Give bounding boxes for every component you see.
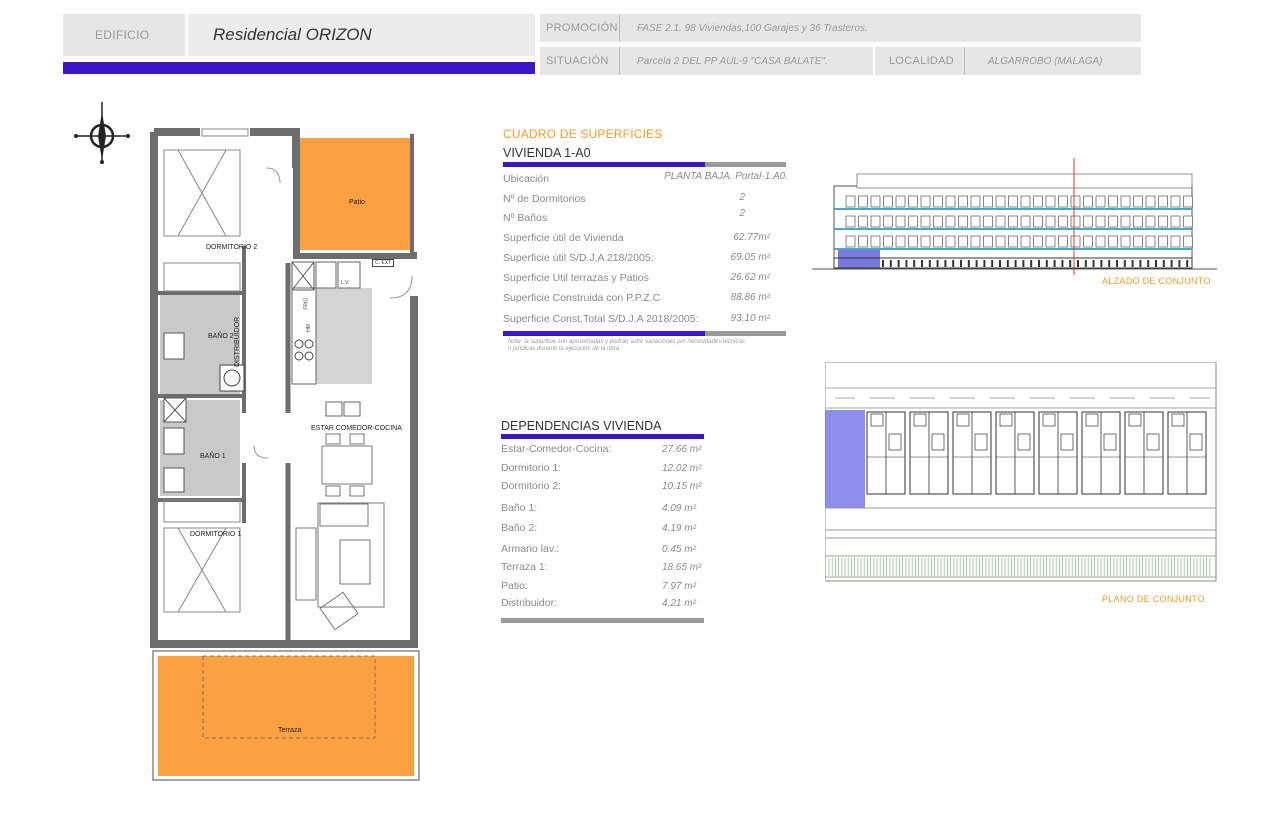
localidad-value: ALGARROBO (MALAGA): [988, 56, 1103, 67]
dependencias-top-bar: [501, 434, 704, 439]
compass-icon: [74, 102, 130, 164]
dep-row-value: 7.97 m²: [662, 581, 696, 592]
alzado-caption: ALZADO DE CONJUNTO: [1102, 276, 1211, 286]
sup-row-value: 26.62 m²: [730, 272, 770, 283]
alzado-drawing: [812, 158, 1217, 275]
sup-row-label: Nº de Dormitorios: [503, 193, 586, 205]
sup-row-label: Superficie Util terrazas y Patios: [503, 272, 649, 284]
dep-row-value: 4.09 m²: [662, 503, 696, 514]
superficies-top-bar: [503, 162, 705, 167]
superficies-subtitle: VIVIENDA 1-A0: [503, 146, 591, 160]
label-distribuidor: DISTRIBUIDOR: [234, 316, 241, 367]
superficies-title: CUADRO DE SUPERFICIES: [503, 127, 663, 141]
sup-row-value: 69.05 m²: [730, 252, 770, 263]
sup-row-value: 93.10 m²: [730, 313, 770, 324]
sup-row-label: Superficie Construida con P.P.Z.C: [503, 292, 661, 304]
dep-row-value: 10.15 m²: [662, 481, 702, 492]
dep-row-label: Baño 1:: [501, 502, 538, 514]
dep-row-value: 0.45 m²: [662, 544, 696, 555]
sup-row-label: Superficie Const.Total S/D.J.A 2018/2005…: [503, 313, 699, 325]
dep-row-value: 18.65 m²: [662, 562, 702, 573]
superficies-note: Nota: la superficie son aproximadas y po…: [508, 339, 745, 352]
superficies-bottom-bar-grey: [705, 331, 786, 336]
dep-row-label: Baño 2:: [501, 522, 538, 534]
label-terraza: Terraza: [278, 727, 302, 734]
localidad-divider-left: [873, 47, 875, 75]
sup-row-label: Nº Baños: [503, 212, 548, 224]
dep-row-label: Armario lav.:: [501, 543, 560, 555]
situacion-divider: [619, 47, 620, 75]
edificio-label: EDIFICIO: [95, 28, 150, 42]
terraza-area: [158, 656, 414, 776]
label-estar: ESTAR COMEDOR-COCINA: [311, 425, 402, 432]
label-bano2: BAÑO 2: [208, 333, 234, 340]
promocion-divider: [619, 14, 620, 42]
dep-row-value: 4.21 m²: [662, 598, 696, 609]
sup-row-label: Superficie útil S/D.J.A 218/2005:: [503, 252, 654, 264]
sup-row-value: 2: [739, 208, 745, 219]
sup-row-label: Superficie útil de Vivienda: [503, 232, 624, 244]
promocion-value: FASE 2.1. 98 Viviendas,100 Garajes y 36 …: [637, 23, 868, 34]
patio-area: [298, 138, 410, 250]
dep-row-label: Estar-Comedor-Cocina:: [501, 443, 612, 455]
plano-caption: PLANO DE CONJUNTO: [1102, 594, 1205, 604]
header-accent-bar: [63, 62, 535, 74]
superficies-bottom-bar: [503, 331, 705, 336]
dep-row-label: Patio:: [501, 580, 528, 592]
dep-row-label: Dormitorio 2:: [501, 480, 562, 492]
label-bano1: BAÑO 1: [200, 453, 226, 460]
dep-row-label: Dormitorio 1:: [501, 462, 562, 474]
localidad-divider-right: [964, 47, 965, 75]
sup-row-label: Ubicación: [503, 173, 550, 185]
superficies-top-bar-grey: [705, 162, 786, 167]
localidad-label: LOCALIDAD: [889, 55, 955, 67]
dep-row-label: Terraza 1:: [501, 561, 548, 573]
sup-row-value: 88.86 m²: [730, 292, 770, 303]
label-patio: Patio: [349, 199, 365, 206]
floor-plan: [150, 128, 420, 781]
dependencias-bottom-bar: [501, 618, 704, 623]
label-dormitorio1: DORMITORIO 1: [190, 531, 242, 538]
label-hm: HM: [305, 324, 312, 332]
plano-drawing: [825, 362, 1217, 582]
label-lav: L.V.: [341, 280, 350, 286]
sup-row-value: 2: [739, 192, 745, 203]
label-frig: FRIG.: [303, 296, 310, 310]
sup-row-value: 62.77m²: [733, 232, 770, 243]
dep-row-label: Distribuidor:: [501, 597, 558, 609]
dep-row-value: 27.66 m²: [662, 444, 702, 455]
dep-row-value: 12.02 m²: [662, 463, 702, 474]
situacion-label: SITUACIÓN: [546, 55, 609, 67]
sup-row-value: PLANTA BAJA. Portal-1.A0.: [664, 171, 788, 182]
label-ext: C. EXT: [372, 259, 395, 267]
situacion-value: Parcela 2 DEL PP AUL-9 "CASA BALATE".: [637, 56, 828, 67]
dep-row-value: 4.19 m²: [662, 523, 696, 534]
label-dormitorio2: DORMITORIO 2: [206, 244, 258, 251]
building-name: Residencial ORIZON: [213, 25, 372, 44]
promocion-label: PROMOCIÓN: [546, 22, 618, 34]
dependencias-title: DEPENDENCIAS VIVIENDA: [501, 419, 662, 433]
